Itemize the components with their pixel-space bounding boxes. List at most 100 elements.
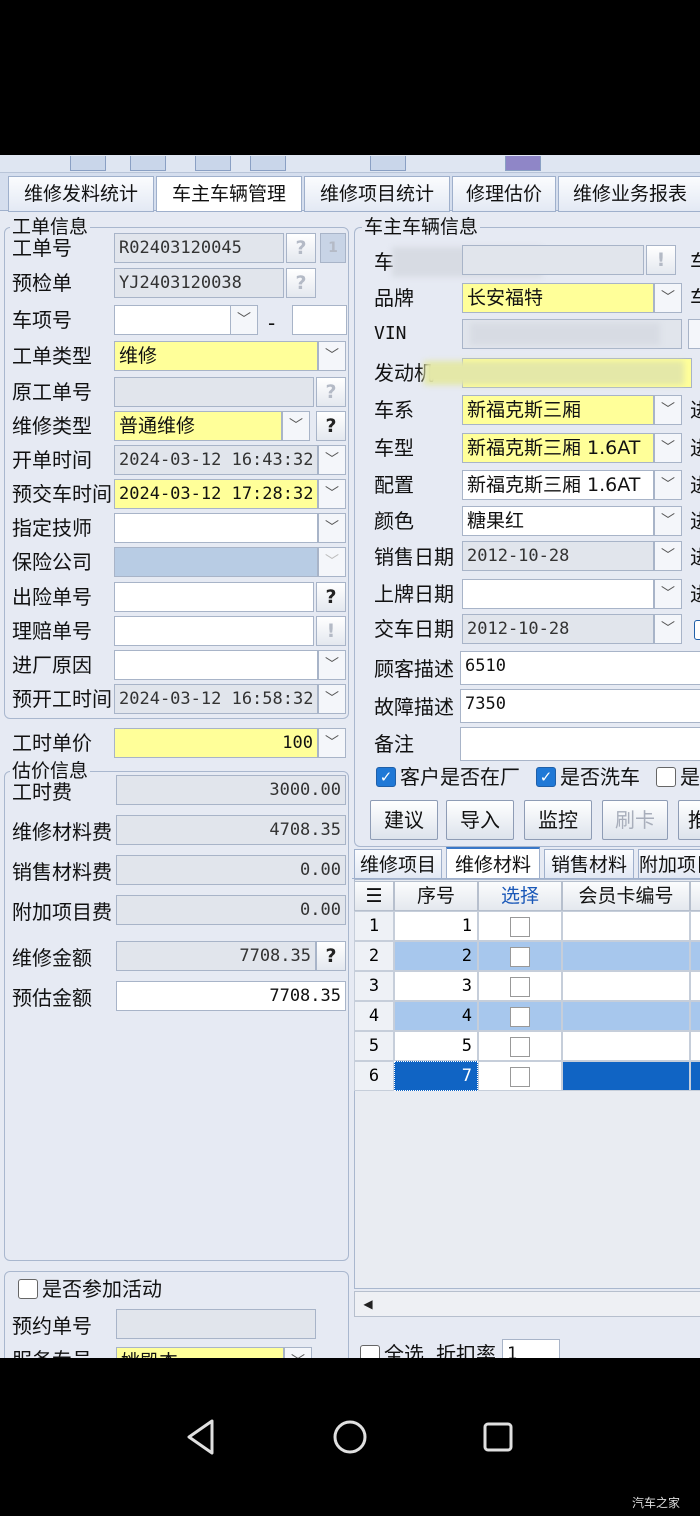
service-advisor-select[interactable]: 姚殿杰 bbox=[116, 1347, 284, 1358]
color-select[interactable]: 糖果红 bbox=[462, 506, 654, 536]
orig-order-field[interactable] bbox=[114, 377, 314, 407]
chevron-down-icon[interactable]: ﹀ bbox=[654, 614, 682, 644]
series-select[interactable]: 新福克斯三厢 bbox=[462, 395, 654, 425]
discount-field[interactable]: 1 bbox=[502, 1339, 560, 1358]
row-seq[interactable]: 5 bbox=[394, 1031, 478, 1061]
more-option-checkbox[interactable] bbox=[656, 767, 676, 787]
row-select-cell[interactable] bbox=[478, 941, 562, 971]
row-checkbox[interactable] bbox=[510, 1007, 530, 1027]
row-card-no[interactable] bbox=[562, 911, 690, 941]
tab-repair-estimate[interactable]: 修理估价 bbox=[452, 176, 556, 212]
row-card-no[interactable] bbox=[562, 1001, 690, 1031]
model-select[interactable]: 新福克斯三厢 1.6AT bbox=[462, 433, 654, 463]
labor-fee-field[interactable]: 3000.00 bbox=[116, 775, 346, 805]
reason-select[interactable] bbox=[114, 650, 318, 680]
car-wash-checkbox[interactable]: ✓ bbox=[536, 767, 556, 787]
toolbar-button[interactable] bbox=[70, 156, 106, 171]
suggest-button[interactable]: 建议 bbox=[370, 800, 438, 840]
order-no-extra-button[interactable]: 1 bbox=[320, 233, 346, 263]
customer-desc-field[interactable]: 6510 bbox=[460, 651, 700, 685]
settle-no-alert-button[interactable]: ! bbox=[316, 616, 346, 646]
tab-sales-materials[interactable]: 销售材料 bbox=[544, 849, 634, 879]
select-all-checkbox[interactable] bbox=[360, 1345, 380, 1358]
order-type-select[interactable]: 维修 bbox=[114, 341, 318, 371]
config-select[interactable]: 新福克斯三厢 1.6AT bbox=[462, 470, 654, 500]
estimate-amount-field[interactable]: 7708.35 bbox=[116, 981, 346, 1011]
chevron-down-icon[interactable]: ﹀ bbox=[654, 395, 682, 425]
row-select-cell[interactable] bbox=[478, 1001, 562, 1031]
chevron-down-icon[interactable]: ﹀ bbox=[318, 341, 346, 371]
chevron-down-icon[interactable]: ﹀ bbox=[284, 1347, 312, 1358]
tab-repair-item-stats[interactable]: 维修项目统计 bbox=[304, 176, 450, 212]
chevron-down-icon[interactable]: ﹀ bbox=[230, 305, 258, 335]
chevron-down-icon[interactable]: ﹀ bbox=[318, 728, 346, 758]
insurer-select[interactable] bbox=[114, 547, 318, 577]
toolbar-button[interactable] bbox=[250, 156, 286, 171]
row-card-no[interactable] bbox=[562, 941, 690, 971]
row-card-no[interactable] bbox=[562, 1061, 690, 1091]
claim-no-field[interactable] bbox=[114, 582, 314, 612]
row-select-cell[interactable] bbox=[478, 911, 562, 941]
row-seq[interactable]: 2 bbox=[394, 941, 478, 971]
chevron-down-icon[interactable]: ﹀ bbox=[318, 513, 346, 543]
order-no-help-button[interactable]: ? bbox=[286, 233, 316, 263]
toolbar-button[interactable] bbox=[370, 156, 406, 171]
chevron-down-icon[interactable]: ﹀ bbox=[654, 470, 682, 500]
fault-desc-field[interactable]: 7350 bbox=[460, 689, 700, 723]
row-checkbox[interactable] bbox=[510, 1067, 530, 1087]
row-checkbox[interactable] bbox=[510, 917, 530, 937]
labor-price-field[interactable]: 100 bbox=[114, 728, 318, 758]
chevron-down-icon[interactable]: ﹀ bbox=[654, 579, 682, 609]
recents-icon[interactable] bbox=[482, 1421, 514, 1453]
import-button[interactable]: 导入 bbox=[446, 800, 514, 840]
repair-amount-help-button[interactable]: ? bbox=[316, 941, 346, 971]
booking-no-field[interactable] bbox=[116, 1309, 316, 1339]
home-icon[interactable] bbox=[332, 1419, 368, 1455]
tab-vehicle-management[interactable]: 车主车辆管理 bbox=[156, 176, 302, 212]
chevron-down-icon[interactable]: ﹀ bbox=[318, 684, 346, 714]
chevron-down-icon[interactable]: ﹀ bbox=[654, 541, 682, 571]
plate-field[interactable] bbox=[462, 245, 644, 275]
vin-side-button[interactable] bbox=[688, 319, 700, 349]
precheck-help-button[interactable]: ? bbox=[286, 268, 316, 298]
back-icon[interactable] bbox=[184, 1418, 216, 1456]
remark-field[interactable] bbox=[460, 727, 700, 761]
brand-select[interactable]: 长安福特 bbox=[462, 283, 654, 313]
car-item-suffix-field[interactable] bbox=[292, 305, 347, 335]
orig-order-help-button[interactable]: ? bbox=[316, 377, 346, 407]
row-seq[interactable]: 7 bbox=[394, 1061, 478, 1091]
monitor-button[interactable]: 监控 bbox=[524, 800, 592, 840]
chevron-down-icon[interactable]: ﹀ bbox=[654, 506, 682, 536]
chevron-down-icon[interactable]: ﹀ bbox=[654, 283, 682, 313]
repair-amount-field[interactable]: 7708.35 bbox=[116, 941, 316, 971]
row-card-no[interactable] bbox=[562, 971, 690, 1001]
row-seq[interactable]: 1 bbox=[394, 911, 478, 941]
chevron-down-icon[interactable]: ﹀ bbox=[318, 547, 346, 577]
car-item-select[interactable] bbox=[114, 305, 232, 335]
chevron-down-icon[interactable]: ﹀ bbox=[654, 433, 682, 463]
grid-menu-icon[interactable]: ☰ bbox=[354, 881, 394, 911]
settle-no-field[interactable] bbox=[114, 616, 314, 646]
repair-type-help-button[interactable]: ? bbox=[316, 411, 346, 441]
chevron-down-icon[interactable]: ﹀ bbox=[282, 411, 310, 441]
repair-type-select[interactable]: 普通维修 bbox=[114, 411, 282, 441]
scroll-left-icon[interactable]: ◀ bbox=[358, 1293, 378, 1315]
grid-horizontal-scrollbar[interactable] bbox=[354, 1291, 700, 1317]
open-time-field[interactable]: 2024-03-12 16:43:32 bbox=[114, 445, 318, 475]
toolbar-button[interactable] bbox=[195, 156, 231, 171]
grid-header-card-no[interactable]: 会员卡编号 bbox=[562, 881, 690, 911]
delivery-date-field[interactable]: 2012-10-28 bbox=[462, 614, 654, 644]
chevron-down-icon[interactable]: ﹀ bbox=[318, 650, 346, 680]
technician-select[interactable] bbox=[114, 513, 318, 543]
row-select-cell[interactable] bbox=[478, 971, 562, 1001]
row-checkbox[interactable] bbox=[510, 977, 530, 997]
row-select-cell[interactable] bbox=[478, 1031, 562, 1061]
extra-fee-field[interactable]: 0.00 bbox=[116, 895, 346, 925]
claim-no-help-button[interactable]: ? bbox=[316, 582, 346, 612]
chevron-down-icon[interactable]: ﹀ bbox=[318, 445, 346, 475]
delivery-side-checkbox[interactable] bbox=[694, 620, 700, 640]
row-checkbox[interactable] bbox=[510, 1037, 530, 1057]
swipe-card-button[interactable]: 刷卡 bbox=[602, 800, 668, 840]
start-time-field[interactable]: 2024-03-12 16:58:32 bbox=[114, 684, 318, 714]
tab-repair-items[interactable]: 维修项目 bbox=[354, 849, 442, 879]
